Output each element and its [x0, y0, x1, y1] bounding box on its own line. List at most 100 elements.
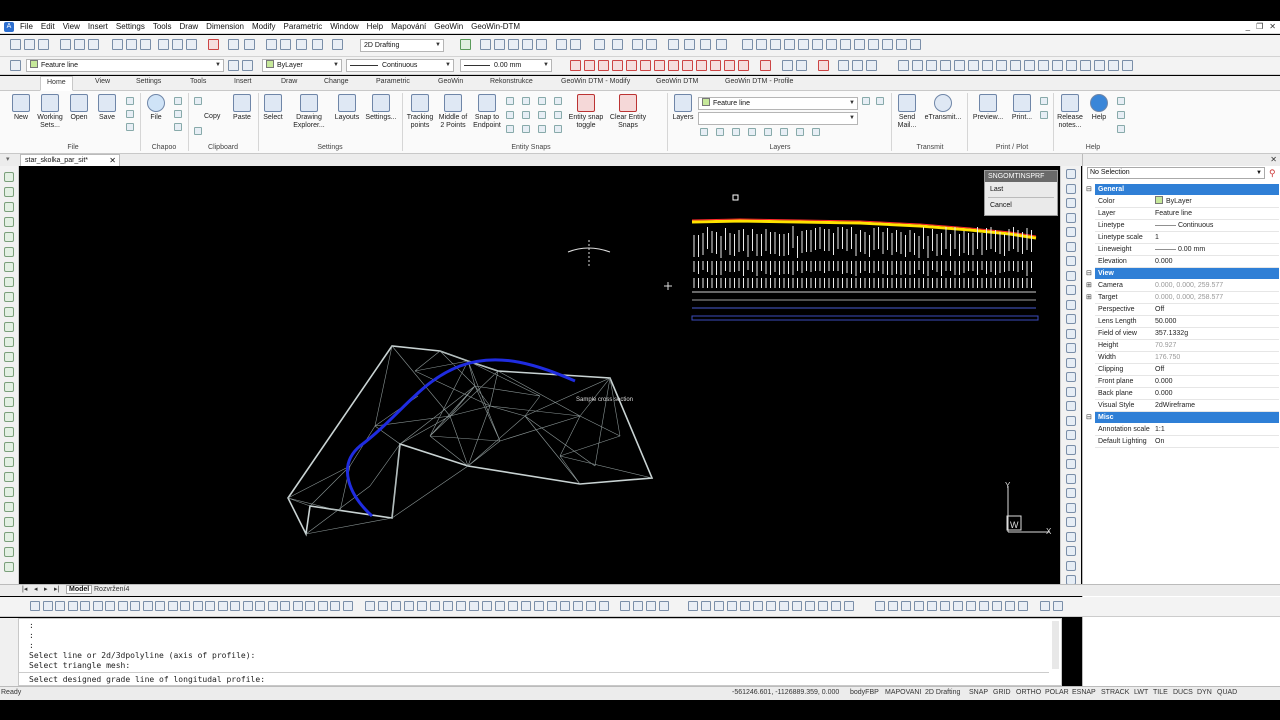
property-row[interactable]: Lineweight ——— 0.00 mm — [1095, 244, 1279, 256]
draw-tool-icon[interactable] — [4, 337, 14, 347]
bottom-tool-icon[interactable] — [740, 601, 750, 611]
osnap-center-icon[interactable] — [640, 60, 651, 71]
property-value[interactable]: On — [1155, 436, 1164, 448]
dtm-icon-2[interactable] — [756, 39, 767, 50]
layer-tool-2[interactable] — [716, 128, 724, 136]
property-value[interactable]: 0.000, 0.000, 258.577 — [1155, 292, 1223, 304]
release-notes-button[interactable]: Release notes... — [1056, 94, 1084, 130]
entity-snap-toggle-button[interactable]: Entity snap toggle — [567, 94, 605, 130]
menu-insert[interactable]: Insert — [84, 21, 112, 33]
cut-icon[interactable] — [194, 97, 202, 105]
bottom-tool-icon[interactable] — [105, 601, 115, 611]
profile-icon-5[interactable] — [954, 60, 965, 71]
tab-insert[interactable]: Insert — [234, 78, 252, 85]
menu-view[interactable]: View — [59, 21, 84, 33]
bottom-tool-icon[interactable] — [727, 601, 737, 611]
dtm-icon-12[interactable] — [896, 39, 907, 50]
collapse-icon[interactable]: ⊟ — [1086, 269, 1092, 277]
profile-icon-10[interactable] — [1024, 60, 1035, 71]
workspace-combo[interactable]: 2D Drafting ▼ — [360, 39, 444, 52]
layer-tool-6[interactable] — [780, 128, 788, 136]
print-small-2[interactable] — [1040, 111, 1048, 119]
menu-settings[interactable]: Settings — [112, 21, 149, 33]
bottom-tool-icon[interactable] — [620, 601, 630, 611]
bottom-tool-icon[interactable] — [168, 601, 178, 611]
new-icon[interactable] — [10, 39, 21, 50]
tab-parametric[interactable]: Parametric — [376, 78, 410, 85]
bottom-tool-icon[interactable] — [844, 601, 854, 611]
bottom-tool-icon[interactable] — [560, 601, 570, 611]
draw-tool-icon[interactable] — [4, 412, 14, 422]
last-layout-icon[interactable]: ▸| — [54, 585, 59, 593]
osnap-insertion-icon[interactable] — [724, 60, 735, 71]
help-small-1[interactable] — [1117, 97, 1125, 105]
layer-state-icon-1[interactable] — [862, 97, 870, 105]
layer-manager-icon[interactable] — [296, 39, 307, 50]
collapse-icon[interactable]: ⊟ — [1086, 185, 1092, 193]
modify-tool-icon[interactable] — [1066, 488, 1076, 498]
property-row[interactable]: Back plane 0.000 — [1095, 388, 1279, 400]
menu-geowin[interactable]: GeoWin — [430, 21, 467, 33]
draw-tool-icon[interactable] — [4, 217, 14, 227]
redo-icon[interactable] — [244, 39, 255, 50]
draw-tool-icon[interactable] — [4, 502, 14, 512]
bottom-tool-icon[interactable] — [534, 601, 544, 611]
status-mapovani[interactable]: MAPOVANI — [885, 689, 921, 696]
bottom-tool-icon[interactable] — [508, 601, 518, 611]
explorer-icon[interactable] — [312, 39, 323, 50]
zoom-extents-icon[interactable] — [536, 39, 547, 50]
status-snap[interactable]: SNAP — [969, 689, 988, 696]
property-value[interactable]: 0.000, 0.000, 259.577 — [1155, 280, 1223, 292]
bottom-tool-icon[interactable] — [180, 601, 190, 611]
modify-tool-icon[interactable] — [1066, 502, 1076, 513]
bottom-tool-icon[interactable] — [914, 601, 924, 611]
tracking-points-button[interactable]: Tracking points — [405, 94, 435, 130]
status-grid[interactable]: GRID — [993, 689, 1011, 696]
color-combo[interactable]: ByLayer ▼ — [262, 59, 342, 72]
bottom-tool-icon[interactable] — [280, 601, 290, 611]
draw-tool-icon[interactable] — [4, 487, 14, 497]
bottom-tool-icon[interactable] — [646, 601, 656, 611]
profile-icon-16[interactable] — [1108, 60, 1119, 71]
bottom-tool-icon[interactable] — [205, 601, 215, 611]
osnap-endpoint-icon[interactable] — [570, 60, 581, 71]
osnap-perpendicular-icon[interactable] — [682, 60, 693, 71]
snap-small-5[interactable] — [506, 111, 514, 119]
osnap-apparent-icon[interactable] — [612, 60, 623, 71]
prev-layout-icon[interactable]: ◂ — [34, 585, 38, 593]
zoom-window-icon[interactable] — [494, 39, 505, 50]
status-dyn[interactable]: DYN — [1197, 689, 1212, 696]
bottom-tool-icon[interactable] — [365, 601, 375, 611]
property-value[interactable]: 0.000 — [1155, 256, 1173, 268]
delete-icon[interactable] — [208, 39, 219, 50]
clone-icon[interactable] — [186, 39, 197, 50]
command-prompt[interactable]: Select designed grade line of longitudal… — [29, 675, 265, 684]
modify-tool-icon[interactable] — [1066, 444, 1076, 455]
layer-combo[interactable]: Feature line ▼ — [26, 59, 224, 72]
open-icon[interactable] — [24, 39, 35, 50]
bottom-tool-icon[interactable] — [792, 601, 802, 611]
osnap-clear-icon[interactable] — [760, 60, 771, 71]
bottom-tool-icon[interactable] — [55, 601, 65, 611]
draw-tool-icon[interactable] — [4, 322, 14, 332]
command-scrollbar[interactable] — [1052, 621, 1059, 669]
bottom-tool-icon[interactable] — [779, 601, 789, 611]
status-lwt[interactable]: LWT — [1134, 689, 1148, 696]
bottom-tool-icon[interactable] — [966, 601, 976, 611]
osnap-intersection-icon[interactable] — [598, 60, 609, 71]
modify-tool-icon[interactable] — [1066, 314, 1076, 324]
profile-icon-2[interactable] — [912, 60, 923, 71]
property-row[interactable]: Linetype ——— Continuous — [1095, 220, 1279, 232]
layer-state-icon-2[interactable] — [876, 97, 884, 105]
draw-tool-icon[interactable] — [4, 397, 14, 407]
layer-tool-1[interactable] — [700, 128, 708, 136]
bottom-tool-icon[interactable] — [979, 601, 989, 611]
bottom-tool-icon[interactable] — [805, 601, 815, 611]
property-row[interactable]: Color ByLayer — [1095, 196, 1279, 208]
bottom-tool-icon[interactable] — [268, 601, 278, 611]
bottom-tool-icon[interactable] — [1053, 601, 1063, 611]
property-row[interactable]: Visual Style 2dWireframe — [1095, 400, 1279, 412]
minimize-icon[interactable]: _ — [1246, 22, 1250, 31]
help-small-3[interactable] — [1117, 125, 1125, 133]
modify-tool-icon[interactable] — [1066, 227, 1076, 237]
